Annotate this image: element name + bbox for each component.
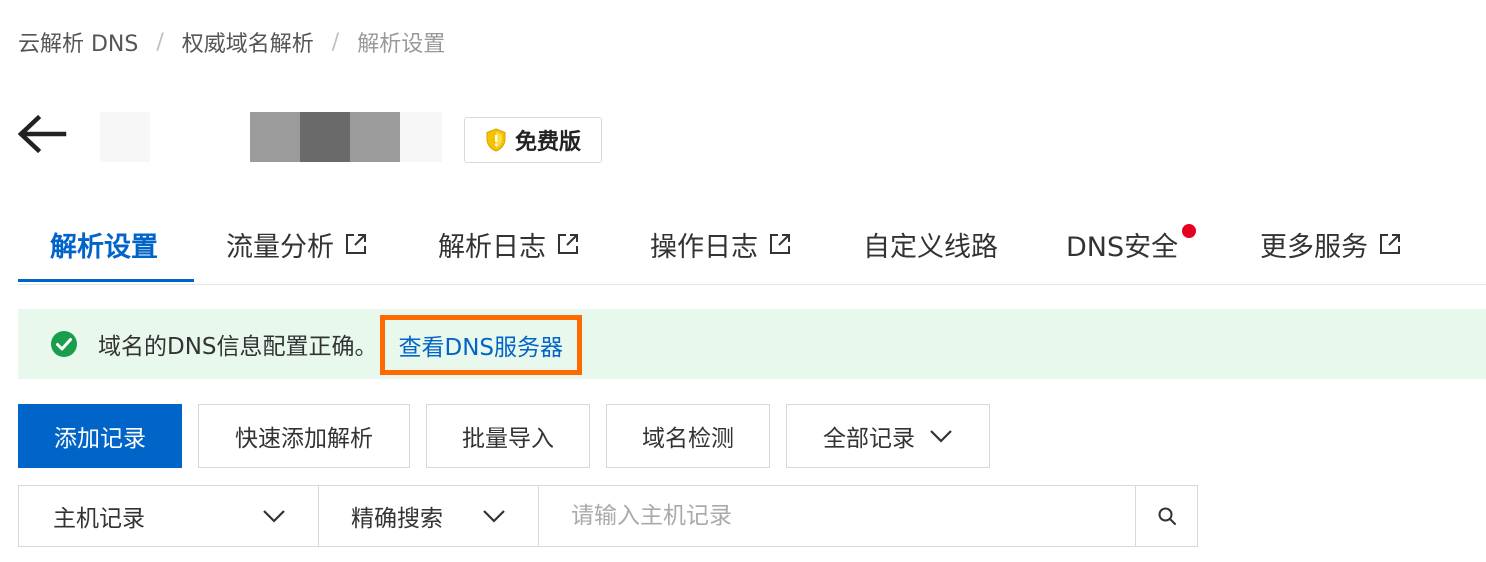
quick-add-resolve-button[interactable]: 快速添加解析 [198,404,410,468]
breadcrumb-item-authoritative[interactable]: 权威域名解析 [182,26,314,58]
arrow-left-icon [17,114,67,154]
notification-dot [1182,224,1196,238]
search-mode-label: 精确搜索 [351,506,443,532]
tab-resolve-logs[interactable]: 解析日志 [438,206,580,282]
shield-icon [486,128,506,152]
view-dns-servers-link[interactable]: 查看DNS服务器 [379,315,583,375]
check-circle-icon [51,331,77,357]
tab-custom-lines[interactable]: 自定义线路 [863,206,998,282]
breadcrumb-separator: / [156,29,164,55]
tab-label: 更多服务 [1260,231,1368,263]
tab-dns-security[interactable]: DNS安全 [1066,206,1196,282]
tab-operation-logs[interactable]: 操作日志 [650,206,792,282]
tab-label: 解析设置 [50,231,158,263]
breadcrumb-item-dns[interactable]: 云解析 DNS [18,26,138,58]
external-link-icon [346,234,366,254]
redacted-domain-part [250,112,300,162]
tab-more-services[interactable]: 更多服务 [1260,206,1402,282]
batch-import-button[interactable]: 批量导入 [426,404,590,468]
tab-bar: 解析设置 流量分析 解析日志 操作日志 自定义线路 DNS安全 更多服务 [18,206,1486,285]
domain-check-button[interactable]: 域名检测 [606,404,770,468]
record-search-bar: 主机记录 精确搜索 [18,485,1198,547]
search-mode-select[interactable]: 精确搜索 [319,486,539,546]
back-button[interactable] [16,112,68,156]
edition-label: 免费版 [514,130,581,155]
breadcrumb-separator: / [331,29,340,55]
breadcrumb-current: 解析设置 [357,32,446,57]
tab-label: DNS安全 [1066,231,1179,263]
tab-resolve-settings[interactable]: 解析设置 [50,206,158,282]
chevron-down-icon [930,430,952,443]
redacted-domain-part [300,112,350,162]
tab-label: 流量分析 [226,231,334,263]
tab-label: 解析日志 [438,231,546,263]
external-link-icon [1380,234,1400,254]
dns-status-alert: 域名的DNS信息配置正确。 查看DNS服务器 [18,309,1486,379]
search-input[interactable] [539,486,1135,546]
search-icon [1158,507,1176,525]
breadcrumb: 云解析 DNS / 权威域名解析 / 解析设置 [18,24,445,60]
chevron-down-icon [483,510,505,523]
add-record-button[interactable]: 添加记录 [18,404,182,468]
external-link-icon [770,234,790,254]
active-tab-indicator [18,279,194,282]
search-field-label: 主机记录 [53,506,145,532]
redacted-domain-part [400,112,442,162]
edition-badge: 免费版 [464,117,602,163]
record-filter-dropdown[interactable]: 全部记录 [786,404,990,468]
tab-traffic-analysis[interactable]: 流量分析 [226,206,368,282]
redacted-domain-part [350,112,400,162]
record-filter-label: 全部记录 [823,426,915,452]
alert-message: 域名的DNS信息配置正确。 [98,334,378,360]
tab-label: 自定义线路 [863,231,998,263]
redacted-domain-part [100,112,150,162]
chevron-down-icon [263,510,285,523]
search-field-select[interactable]: 主机记录 [19,486,319,546]
tab-label: 操作日志 [650,231,758,263]
external-link-icon [558,234,578,254]
search-button[interactable] [1135,486,1197,546]
